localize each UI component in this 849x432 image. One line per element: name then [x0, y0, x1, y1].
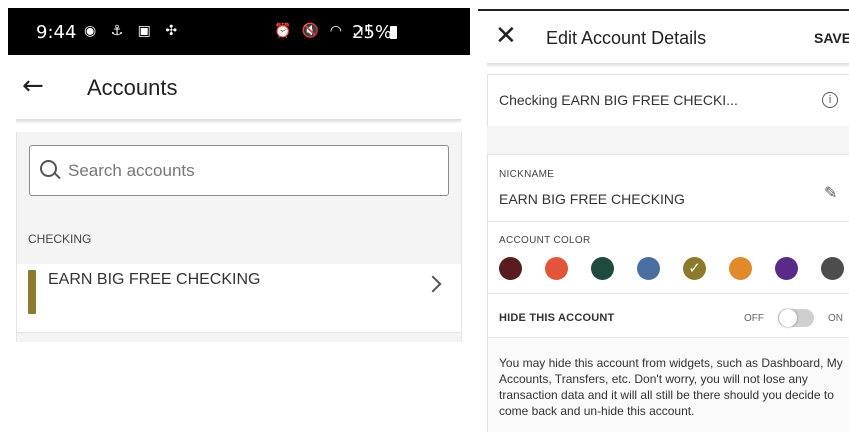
notification-icons: ◉ ⚓ ▣ ✣	[84, 23, 183, 39]
color-swatches: ✓	[499, 257, 849, 281]
pencil-edit-icon[interactable]: ✎	[824, 183, 837, 202]
hide-account-label: HIDE THIS ACCOUNT	[499, 312, 615, 324]
checkmark-icon: ✓	[688, 259, 701, 277]
edit-page-title: Edit Account Details	[546, 28, 707, 48]
account-summary-text: Checking EARN BIG FREE CHECKI...	[499, 92, 738, 108]
account-color-bar	[28, 270, 36, 314]
divider	[16, 332, 461, 333]
arrow-left-icon[interactable]: ←	[22, 71, 44, 101]
account-settings-card: NICKNAME EARN BIG FREE CHECKING ✎ ACCOUN…	[487, 154, 849, 432]
divider	[488, 221, 849, 222]
color-swatch[interactable]: ✓	[683, 257, 706, 280]
accounts-screen: 9:44 ◉ ⚓ ▣ ✣ ⏰ 🔇 ◠ .ıl 25% ← Accounts CH…	[0, 0, 470, 431]
search-box[interactable]	[29, 145, 449, 196]
app-bar-shadow	[487, 63, 849, 67]
hide-account-toggle[interactable]	[778, 309, 814, 327]
toggle-off-label: OFF	[744, 313, 764, 324]
search-icon	[40, 160, 57, 177]
account-name: EARN BIG FREE CHECKING	[48, 271, 261, 288]
color-swatch[interactable]	[499, 257, 522, 280]
info-icon[interactable]: i	[822, 92, 838, 108]
nickname-label: NICKNAME	[499, 169, 555, 180]
edit-app-bar: ✕ Edit Account Details SAVE	[478, 11, 849, 63]
section-gap	[487, 126, 849, 154]
search-input[interactable]	[66, 158, 430, 184]
color-swatch[interactable]	[591, 257, 614, 280]
status-time: 9:44	[36, 22, 77, 43]
page-title: Accounts	[87, 75, 178, 100]
color-swatch[interactable]	[545, 257, 568, 280]
chevron-right-icon	[424, 275, 442, 293]
divider	[488, 293, 849, 294]
color-swatch[interactable]	[775, 257, 798, 280]
battery-icon	[390, 26, 397, 39]
nickname-value[interactable]: EARN BIG FREE CHECKING	[499, 191, 685, 207]
account-summary-card: Checking EARN BIG FREE CHECKI... i	[487, 74, 849, 127]
accounts-panel: CHECKING EARN BIG FREE CHECKING	[16, 132, 462, 342]
toggle-on-label: ON	[828, 313, 843, 324]
toggle-knob	[779, 309, 797, 327]
battery-percentage: 25%	[352, 22, 393, 43]
color-swatch[interactable]	[821, 257, 844, 280]
account-row[interactable]: EARN BIG FREE CHECKING	[17, 264, 461, 332]
section-label-checking: CHECKING	[28, 232, 92, 246]
accounts-app-bar: ← Accounts	[8, 55, 470, 121]
save-button[interactable]: SAVE	[814, 30, 849, 46]
status-bar: 9:44 ◉ ⚓ ▣ ✣ ⏰ 🔇 ◠ .ıl 25%	[8, 8, 470, 55]
hide-account-note: You may hide this account from widgets, …	[499, 356, 843, 418]
edit-account-screen: ✕ Edit Account Details SAVE Checking EAR…	[478, 0, 849, 432]
account-color-label: ACCOUNT COLOR	[499, 235, 591, 246]
color-swatch[interactable]	[729, 257, 752, 280]
color-swatch[interactable]	[637, 257, 660, 280]
app-bar-shadow	[16, 119, 461, 123]
close-icon[interactable]: ✕	[495, 22, 517, 50]
